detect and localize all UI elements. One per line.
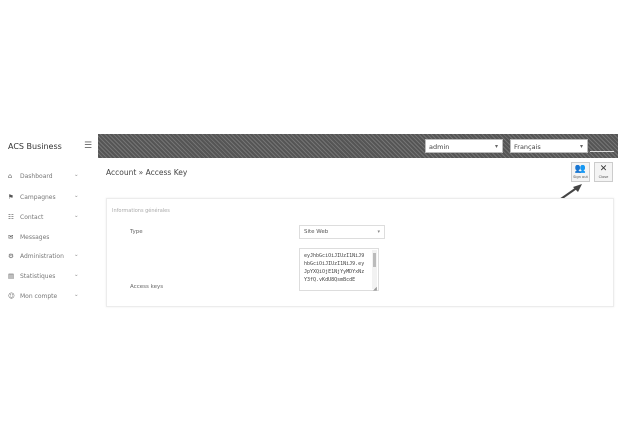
access-keys-textarea[interactable]: eyJhbGciOiJIUzI1NiJ9 hbGciOiJIUzI1NiJ9.e… — [299, 248, 379, 291]
textarea-scrollbar[interactable] — [372, 250, 377, 289]
sidebar-item-label: Contact — [20, 214, 44, 221]
page-title: Account » Access Key — [106, 168, 188, 177]
chevron-down-icon: ⌄ — [74, 292, 79, 298]
user-select-value: admin — [429, 143, 450, 151]
close-button[interactable]: ✕ Close — [594, 162, 613, 182]
account-icon: ☺ — [8, 292, 15, 300]
access-key-line: hbGciOiJIUzI1NiJ9.ey — [304, 261, 365, 267]
sidebar-item-label: Dashboard — [20, 173, 53, 180]
access-key-line: JpYXQiOjE1NjYyMDYxNz — [304, 269, 365, 275]
type-select[interactable]: Site Web ▾ — [299, 225, 385, 239]
sidebar-item-label: Mon compte — [20, 293, 58, 300]
chevron-down-icon: ⌄ — [74, 172, 79, 178]
app-brand[interactable]: ACS Business — [8, 142, 62, 151]
language-select[interactable]: Français ▾ — [510, 139, 588, 153]
menu-toggle-icon[interactable]: ☰ — [84, 141, 92, 151]
scrollbar-thumb[interactable] — [373, 253, 376, 267]
access-keys-label: Access keys — [130, 284, 164, 290]
chevron-down-icon: ⌄ — [74, 252, 79, 258]
close-label: Close — [598, 175, 609, 179]
type-label: Type — [130, 229, 143, 235]
access-key-line: eyJhbGciOiJIUzI1NiJ9 — [304, 253, 365, 259]
type-select-value: Site Web — [304, 229, 329, 235]
access-key-line: Y3fQ.vKdU8QsmBcdE — [304, 277, 356, 283]
stats-icon: ▤ — [8, 272, 15, 280]
language-select-value: Français — [514, 143, 541, 151]
signout-label: Sign out — [573, 175, 588, 179]
chevron-down-icon: ▾ — [377, 229, 380, 235]
resize-handle-icon[interactable]: ◢ — [373, 286, 377, 292]
chevron-down-icon: ⌄ — [74, 193, 79, 199]
sidebar-item-label: Administration — [20, 253, 64, 260]
close-icon: ✕ — [599, 164, 608, 174]
user-select[interactable]: admin ▾ — [425, 139, 503, 153]
chevron-down-icon: ▾ — [494, 143, 498, 150]
sidebar-item-label: Campagnes — [20, 194, 56, 201]
chevron-down-icon: ▾ — [579, 143, 583, 150]
contacts-icon: ☷ — [8, 213, 14, 221]
divider — [590, 151, 614, 152]
messages-icon: ✉ — [8, 233, 14, 241]
chevron-down-icon: ⌄ — [74, 213, 79, 219]
signout-button[interactable]: 👥 Sign out — [571, 162, 590, 182]
campaigns-icon: ⚑ — [8, 193, 14, 201]
sidebar-item-label: Statistiques — [20, 273, 56, 280]
dashboard-icon: ⌂ — [8, 172, 13, 180]
panel-header: Informations générales — [112, 208, 170, 214]
chevron-down-icon: ⌄ — [74, 272, 79, 278]
user-signout-icon: 👥 — [574, 164, 587, 174]
sidebar-item-label: Messages — [20, 234, 50, 241]
admin-icon: ⚙ — [8, 252, 14, 260]
